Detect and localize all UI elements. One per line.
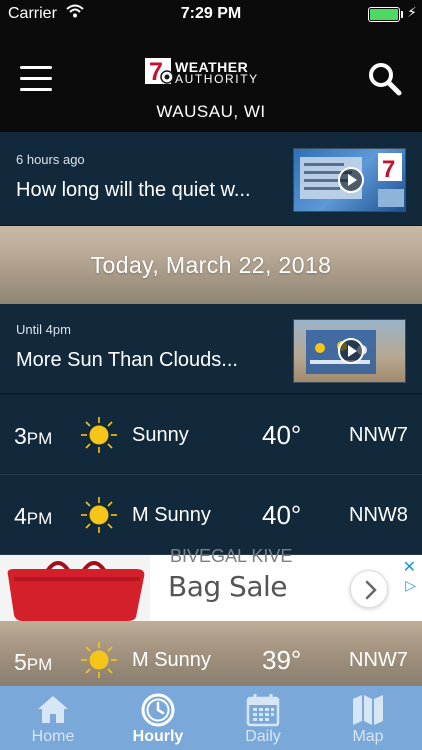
clock-icon (141, 693, 175, 727)
logo-text-authority: AUTHORITY (175, 72, 259, 86)
ad-close-icon[interactable]: ✕ (403, 557, 416, 577)
ad-next-button[interactable] (350, 570, 388, 608)
hamburger-menu-icon[interactable] (20, 66, 54, 92)
condition-label: M Sunny (132, 649, 211, 671)
tab-hourly[interactable]: Hourly (105, 686, 211, 750)
news-story-item[interactable]: 6 hours ago How long will the quiet w...… (0, 132, 422, 226)
temperature-label: 40° (262, 420, 302, 450)
red-handbag-image (0, 555, 150, 621)
hour-label: 4PM (14, 503, 53, 529)
app-header: 7 WEATHER AUTHORITY WAUSAU, WI (0, 28, 422, 132)
location-label[interactable]: WAUSAU, WI (0, 102, 422, 122)
calendar-icon (246, 694, 280, 727)
story-headline: More Sun Than Clouds... (16, 349, 238, 371)
tab-daily[interactable]: Daily (210, 686, 316, 750)
ad-banner[interactable]: BIVEGAL KIVE Bag Sale ✕ ▷ (0, 546, 422, 621)
home-icon (38, 696, 68, 723)
chevron-right-icon (365, 580, 377, 600)
tab-home[interactable]: Home (0, 686, 106, 750)
station-logo: 7 WEATHER AUTHORITY (145, 56, 281, 90)
story-headline: How long will the quiet w... (16, 179, 251, 201)
condition-label: M Sunny (132, 504, 211, 526)
hourly-forecast-row[interactable]: 4PM M Sunny 40° NNW8 (0, 475, 422, 555)
tab-label: Hourly (132, 728, 184, 745)
video-thumbnail[interactable]: 7 (293, 148, 406, 212)
wind-label: NNW8 (349, 504, 408, 526)
play-icon[interactable] (338, 167, 364, 193)
wind-label: NNW7 (349, 424, 408, 446)
date-banner: Today, March 22, 2018 (0, 226, 422, 304)
sun-icon (81, 642, 117, 678)
play-icon[interactable] (338, 338, 364, 364)
ad-text-cropped: BIVEGAL KIVE (170, 546, 293, 566)
svg-text:7: 7 (149, 58, 163, 86)
story-valid-until: Until 4pm (16, 322, 71, 337)
tab-map[interactable]: Map (315, 686, 421, 750)
map-icon (353, 695, 383, 725)
bottom-tab-bar: Home Hourly Daily Map (0, 686, 422, 750)
hour-label: 3PM (14, 423, 53, 449)
wind-label: NNW7 (349, 649, 408, 671)
ad-choices-icon[interactable]: ▷ (405, 577, 416, 594)
clock-time: 7:29 PM (180, 5, 242, 22)
tab-label: Home (31, 728, 75, 745)
search-icon[interactable] (368, 62, 402, 96)
forecast-story-item[interactable]: Until 4pm More Sun Than Clouds... (0, 304, 422, 394)
tab-label: Map (352, 728, 384, 745)
ad-headline[interactable]: Bag Sale (168, 570, 287, 603)
sun-icon (81, 417, 117, 453)
hourly-forecast-row[interactable]: 3PM Sunny 40° NNW7 (0, 395, 422, 475)
story-timestamp: 6 hours ago (16, 152, 85, 167)
channel-7-logo-icon: 7 (145, 58, 174, 86)
hour-label: 5PM (14, 649, 53, 675)
date-banner-text: Today, March 22, 2018 (90, 252, 332, 278)
sun-icon (81, 497, 117, 533)
temperature-label: 39° (262, 645, 302, 675)
charging-icon: ⚡ (407, 4, 417, 20)
hourly-forecast-row[interactable]: 5PM M Sunny 39° NNW7 (0, 621, 422, 686)
battery-tip (401, 11, 403, 18)
status-bar: Carrier 7:29 PM ⚡ (0, 0, 422, 28)
tab-label: Daily (245, 728, 281, 745)
battery-icon (368, 7, 400, 22)
svg-text:7: 7 (382, 156, 395, 183)
condition-label: Sunny (132, 424, 189, 446)
temperature-label: 40° (262, 500, 302, 530)
video-thumbnail[interactable] (293, 319, 406, 383)
